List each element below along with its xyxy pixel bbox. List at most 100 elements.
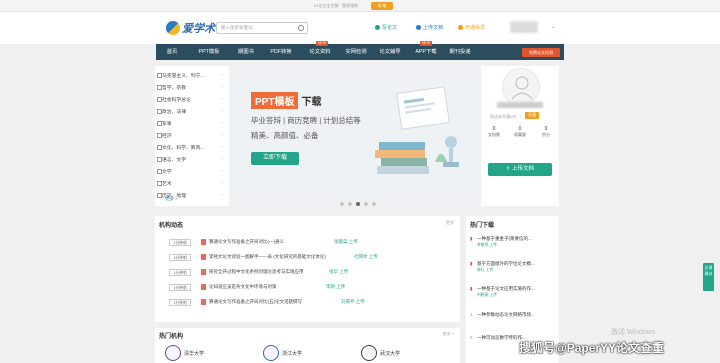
nav-item-tutor[interactable]: 论文辅导 (374, 44, 406, 60)
list-item[interactable]: 1分钟前 李经文论文试验一图解手——表 (文化研究的基础文化体论) 社网体 上传 (169, 254, 459, 263)
panel-title: 热门机构 (159, 334, 184, 340)
vip-link[interactable]: 开通会员 (458, 24, 485, 31)
institution-dynamics-panel: 机构动态 更多 1分钟前 算通论文写作准备之开局对比(一)通义 张都菜 上传 1… (155, 216, 460, 322)
avatar[interactable] (502, 68, 540, 106)
sidebar-item[interactable]: 哲学、宗教 (157, 84, 186, 91)
chevron-right-icon: › (221, 96, 223, 101)
carousel-dot[interactable] (340, 202, 344, 206)
uploader-link[interactable]: 张都菜 上传 (334, 239, 358, 245)
institution-name: 浙江大学 (282, 350, 303, 357)
uploader-link[interactable]: 刘晓燕 上传 (477, 293, 497, 298)
institution-item[interactable]: 浙江大学 (263, 345, 302, 361)
promo-banner[interactable]: PPT模板 下载 毕业答辩 | 商历竞聘 | 计划总结等 精美、高颜值、必备 立… (229, 66, 480, 206)
sidebar-item[interactable]: 马克思主义、列宁... (156, 72, 204, 79)
vip-open-button[interactable]: 开通 (525, 112, 539, 119)
banner-download-button[interactable]: 立即下载 (251, 152, 299, 165)
chevron-right-icon: › (221, 156, 223, 161)
uploader-link[interactable]: 李刚 上传 (326, 284, 345, 290)
brand-name: 爱学术 (182, 23, 215, 35)
doc-title[interactable]: 算通论文写作准备之开局对比(五)论文话题撰写 (209, 299, 302, 305)
sidebar-item[interactable]: 文化、科学、教育... (156, 144, 204, 151)
nav-item-ppt[interactable]: PPT模板 (194, 44, 224, 60)
upload-document-button[interactable]: ⇧ 上传文档 (488, 163, 552, 176)
pdf-icon: ▮ (470, 286, 473, 291)
pdf-icon (201, 269, 206, 275)
search-icon[interactable] (298, 25, 304, 31)
doc-title[interactable]: 基于方面绩外的学位论文模... (477, 261, 557, 267)
university-seal-icon (165, 345, 181, 361)
rank-number: 4 (470, 312, 473, 317)
doc-title[interactable]: 李经文论文试验一图解手——表 (文化研究的基础文化体论) (209, 254, 326, 260)
uploader-link[interactable]: 社网体 上传 (354, 254, 378, 260)
search-box[interactable]: 输入搜索关键词 (216, 22, 308, 34)
user-name-blurred[interactable] (510, 21, 538, 33)
feedback-tab[interactable]: 反馈 建议 (703, 263, 714, 291)
search-input[interactable]: 输入搜索关键词 (221, 25, 253, 31)
nav-item-pdf[interactable]: PDF转换 (266, 44, 296, 60)
doc-title[interactable]: 一种基于论文应用实施的作... (477, 286, 557, 292)
nav-item-home[interactable]: 首页 (158, 44, 186, 60)
carousel-dot[interactable] (348, 202, 352, 206)
stat-points[interactable]: 0 积分 (533, 126, 559, 138)
panel-more-link[interactable]: 更多 (446, 220, 454, 226)
doc-title[interactable]: 一种基于重金子(简要信的... (477, 236, 557, 242)
list-item[interactable]: 1分钟前 算通论文写作准备之开局对比(一)通义 张都菜 上传 (169, 239, 459, 248)
nav-item-materials[interactable]: 论文资料 (304, 44, 336, 60)
panel-title: 热门下载 (470, 223, 495, 229)
list-item[interactable]: 1分钟前 论知道应该是条文化中环境与对策 李刚 上传 (169, 284, 459, 293)
doc-title[interactable]: 探究全开过程中文化条例对理论思考与实践应用 (209, 269, 304, 275)
top-notice-text: 51论文全文服 · 登录领取 (314, 3, 359, 8)
chevron-down-icon[interactable]: ⌄ (551, 24, 555, 30)
upload-doc-link[interactable]: 上传文档 (416, 24, 443, 31)
free-check-button[interactable]: 免费论文检测 (522, 48, 560, 57)
sidebar-more-link[interactable]: 更多 » (165, 196, 178, 202)
nav-item-books[interactable]: 期图书 (232, 44, 260, 60)
time-tag: 1分钟前 (169, 269, 191, 276)
sidebar-item[interactable]: 社会科学总论 (157, 96, 191, 103)
doc-title[interactable]: 论知道应该是条文化中环境与对策 (209, 284, 277, 290)
banner-carousel-dots[interactable] (340, 202, 376, 206)
top-notice-bar: 51论文全文服 · 登录领取 领 取 (0, 0, 720, 12)
university-seal-icon (361, 345, 377, 361)
panel-more-link[interactable]: 更多 » (443, 331, 454, 337)
carousel-dot[interactable] (372, 202, 376, 206)
user-name-blurred (497, 102, 543, 108)
institution-name: 武汉大学 (380, 350, 401, 357)
doc-title[interactable]: 算通论文写作准备之开局对比(一)通义 (209, 239, 284, 245)
banner-illustration (375, 86, 459, 174)
doc-title[interactable]: 一种参数动态论文网络市场... (477, 312, 557, 318)
uploader-link[interactable]: 李晓菲 上传 (477, 243, 497, 248)
chevron-right-icon: › (221, 132, 223, 137)
sidebar-item[interactable]: 语言、文字 (157, 156, 186, 163)
list-item[interactable]: 1分钟前 算通论文写作准备之开局对比(五)论文话题撰写 刘黄乔 上传 (169, 299, 459, 308)
sidebar-item[interactable]: 经济 (157, 132, 172, 139)
nav-item-journal[interactable]: 期刊投递 (444, 44, 476, 60)
uploader-link[interactable]: 张华 上传 (329, 269, 348, 275)
vip-status-text: 您还未开通VIP (490, 114, 517, 119)
list-item[interactable]: 1分钟前 探究全开过程中文化条例对理论思考与实践应用 张华 上传 (169, 269, 459, 278)
time-tag: 1分钟前 (169, 254, 191, 261)
chevron-right-icon: › (221, 120, 223, 125)
stat-documents[interactable]: 0 文档数 (481, 126, 507, 138)
institution-item[interactable]: 清华大学 (165, 345, 204, 361)
sidebar-item[interactable]: 政治、法律 (157, 108, 186, 115)
stat-favorites[interactable]: 0 收藏量 (507, 126, 533, 138)
write-paper-link[interactable]: 写论文 (375, 24, 397, 31)
institution-name: 清华大学 (184, 350, 205, 357)
uploader-link[interactable]: 刘黄乔 上传 (341, 299, 365, 305)
nav-item-app[interactable]: APP下载 (412, 44, 440, 60)
sidebar-item[interactable]: 艺术 (157, 180, 172, 187)
nav-item-check[interactable]: 实网检测 (340, 44, 372, 60)
institution-item[interactable]: 武汉大学 (361, 345, 400, 361)
carousel-dot-active[interactable] (356, 202, 360, 206)
stat-label: 积分 (542, 132, 550, 137)
pdf-icon (201, 299, 206, 305)
chevron-right-icon: › (221, 108, 223, 113)
uploader-link[interactable]: 陈行 上传 (477, 268, 493, 273)
site-logo[interactable]: 爱学术 (166, 20, 215, 36)
panel-title: 机构动态 (159, 223, 184, 229)
sidebar-item[interactable]: 军事 (157, 120, 172, 127)
top-claim-button[interactable]: 领 取 (371, 2, 393, 10)
sidebar-item[interactable]: 文学 (157, 168, 172, 175)
carousel-dot[interactable] (364, 202, 368, 206)
